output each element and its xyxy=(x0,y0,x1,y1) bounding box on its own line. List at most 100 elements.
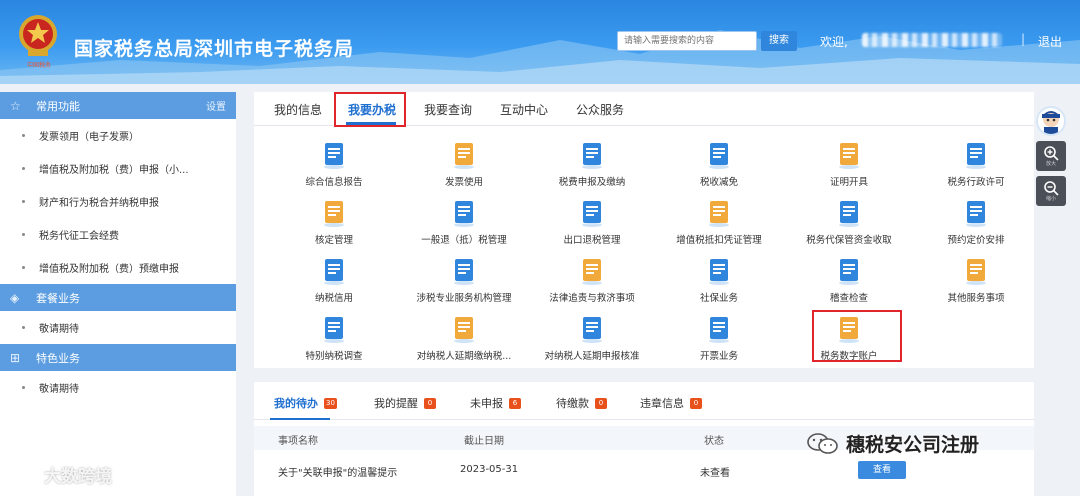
function-refund[interactable]: 一般退（抵）税管理 xyxy=(404,198,524,246)
sidebar-settings-link[interactable]: 设置 xyxy=(206,98,226,113)
sidebar-item-label: 税务代征工会经费 xyxy=(39,231,119,242)
view-button[interactable]: 查看 xyxy=(858,461,906,479)
logout-link[interactable]: 退出 xyxy=(1038,33,1062,50)
zoom-in-label: 放大 xyxy=(1045,161,1056,167)
function-social-security[interactable]: 社保业务 xyxy=(659,256,779,304)
function-export-refund[interactable]: 出口退税管理 xyxy=(532,198,652,246)
site-header: 中国税务 国家税务总局深圳市电子税务局 搜索 欢迎, | 退出 xyxy=(0,0,1080,84)
watermark-left: 大数跨境 xyxy=(6,462,112,487)
function-certificate[interactable]: 证明开具 xyxy=(789,140,909,188)
function-label: 税费申报及缴纳 xyxy=(558,177,626,188)
tab-interaction[interactable]: 互动中心 xyxy=(500,101,548,118)
invoice-yuan-icon xyxy=(709,317,729,343)
gavel-icon xyxy=(582,259,602,285)
function-label: 税收减免 xyxy=(699,177,738,188)
function-vault[interactable]: 税务代保管资金收取 xyxy=(789,198,909,246)
function-label: 对纳税人延期缴纳税... xyxy=(416,351,512,362)
tab-highlight-box xyxy=(334,92,406,127)
table-row: 关于"关联申报"的温馨提示 2023-05-31 未查看 查看 xyxy=(254,458,1034,484)
user-check-icon xyxy=(324,201,344,227)
todo-tab-label: 违章信息 xyxy=(640,397,684,410)
zoom-out-button[interactable]: 缩小 xyxy=(1036,176,1066,206)
todo-tab-label: 我的待办 xyxy=(274,397,318,410)
function-label: 对纳税人延期申报核准 xyxy=(544,351,640,362)
zoom-out-label: 缩小 xyxy=(1045,196,1056,202)
function-yuan-ticket[interactable]: 发票使用 xyxy=(404,140,524,188)
sidebar-item-label: 增值税及附加税（费）预缴申报 xyxy=(39,264,179,275)
voucher-icon xyxy=(709,201,729,227)
sidebar-section-packages[interactable]: ◈ 套餐业务 xyxy=(0,284,236,311)
function-hand-coin[interactable]: 税费申报及缴纳 xyxy=(532,140,652,188)
function-delay-declare[interactable]: 对纳税人延期申报核准 xyxy=(532,314,652,362)
zoom-out-icon xyxy=(1044,181,1059,196)
function-label: 开票业务 xyxy=(699,351,738,362)
sidebar-item[interactable]: 增值税及附加税（费）预缴申报 xyxy=(0,251,236,284)
function-credit-badge[interactable]: 纳税信用 xyxy=(274,256,394,304)
sidebar-section-common[interactable]: ☆ 常用功能 设置 xyxy=(0,92,236,119)
function-voucher[interactable]: 增值税抵扣凭证管理 xyxy=(659,198,779,246)
function-label: 预约定价安排 xyxy=(947,235,1005,246)
function-license[interactable]: 税务行政许可 xyxy=(916,140,1036,188)
bullet-icon xyxy=(22,266,25,269)
emblem-caption: 中国税务 xyxy=(26,62,51,69)
todo-tab-violations[interactable]: 违章信息 0 xyxy=(640,395,702,411)
column-header: 状态 xyxy=(704,436,724,447)
count-badge: 30 xyxy=(324,397,337,409)
todo-item-name[interactable]: 关于"关联申报"的温馨提示 xyxy=(278,464,397,479)
sidebar-section-featured[interactable]: ⊞ 特色业务 xyxy=(0,344,236,371)
tab-query[interactable]: 我要查询 xyxy=(424,101,472,118)
shield-check-icon xyxy=(839,259,859,285)
zoom-in-button[interactable]: 放大 xyxy=(1036,141,1066,171)
tab-public-service[interactable]: 公众服务 xyxy=(576,101,624,118)
todo-tab-reminders[interactable]: 我的提醒 0 xyxy=(374,395,436,411)
sidebar-item-label: 财产和行为税合并纳税申报 xyxy=(39,198,159,209)
sidebar-item-label: 增值税及附加税（费）申报（小... xyxy=(39,165,189,176)
watermark-left-text: 大数跨境 xyxy=(44,467,112,487)
function-label: 特别纳税调查 xyxy=(305,351,363,362)
function-investigation[interactable]: 特别纳税调查 xyxy=(274,314,394,362)
function-tax-relief[interactable]: 税收减免 xyxy=(659,140,779,188)
watermark-right: 穗税安公司注册 xyxy=(806,430,979,457)
sidebar-section-title: 套餐业务 xyxy=(36,291,80,305)
function-highlight-box xyxy=(812,310,902,362)
site-title[interactable]: 国家税务总局深圳市电子税务局 xyxy=(74,34,354,61)
function-calendar[interactable]: 预约定价安排 xyxy=(916,198,1036,246)
sidebar-item[interactable]: 税务代征工会经费 xyxy=(0,218,236,251)
search-button[interactable]: 搜索 xyxy=(761,31,797,51)
national-emblem-icon[interactable] xyxy=(16,12,60,60)
sidebar-item[interactable]: 财产和行为税合并纳税申报 xyxy=(0,185,236,218)
function-heart-hand[interactable]: 其他服务事项 xyxy=(916,256,1036,304)
function-shield-check[interactable]: 稽查检查 xyxy=(789,256,909,304)
tab-my-info[interactable]: 我的信息 xyxy=(274,101,322,118)
function-invoice-yuan[interactable]: 开票业务 xyxy=(659,314,779,362)
heart-hand-icon xyxy=(966,259,986,285)
function-user-check[interactable]: 核定管理 xyxy=(274,198,394,246)
sidebar-item-label: 敬请期待 xyxy=(39,384,79,395)
function-agency[interactable]: 涉税专业服务机构管理 xyxy=(404,256,524,304)
sidebar-item[interactable]: 发票领用（电子发票） xyxy=(0,119,236,152)
refund-icon xyxy=(454,201,474,227)
function-delay-payment[interactable]: 对纳税人延期缴纳税... xyxy=(404,314,524,362)
assistant-avatar-icon[interactable] xyxy=(1036,106,1066,136)
zoom-in-icon xyxy=(1044,146,1059,161)
layers-icon: ◈ xyxy=(10,290,20,305)
bullet-icon xyxy=(22,326,25,329)
sidebar-item[interactable]: 增值税及附加税（费）申报（小... xyxy=(0,152,236,185)
sidebar-section-title: 特色业务 xyxy=(36,351,80,365)
calendar-icon xyxy=(966,201,986,227)
function-report[interactable]: 综合信息报告 xyxy=(274,140,394,188)
welcome-text: 欢迎, xyxy=(820,35,848,49)
brand-logo-icon xyxy=(7,467,44,482)
agency-icon xyxy=(454,259,474,285)
todo-tab-undeclared[interactable]: 未申报 6 xyxy=(470,395,521,411)
search-input[interactable] xyxy=(617,31,757,51)
apps-icon: ⊞ xyxy=(10,350,21,365)
todo-tab-unpaid[interactable]: 待缴款 0 xyxy=(556,395,607,411)
todo-tab-pending[interactable]: 我的待办 30 xyxy=(274,395,337,411)
function-gavel[interactable]: 法律追责与救济事项 xyxy=(532,256,652,304)
function-label: 出口退税管理 xyxy=(563,235,621,246)
sidebar-item[interactable]: 敬请期待 xyxy=(0,371,236,404)
hand-coin-icon xyxy=(582,143,602,169)
sidebar-item[interactable]: 敬请期待 xyxy=(0,311,236,344)
count-badge: 6 xyxy=(509,397,521,409)
